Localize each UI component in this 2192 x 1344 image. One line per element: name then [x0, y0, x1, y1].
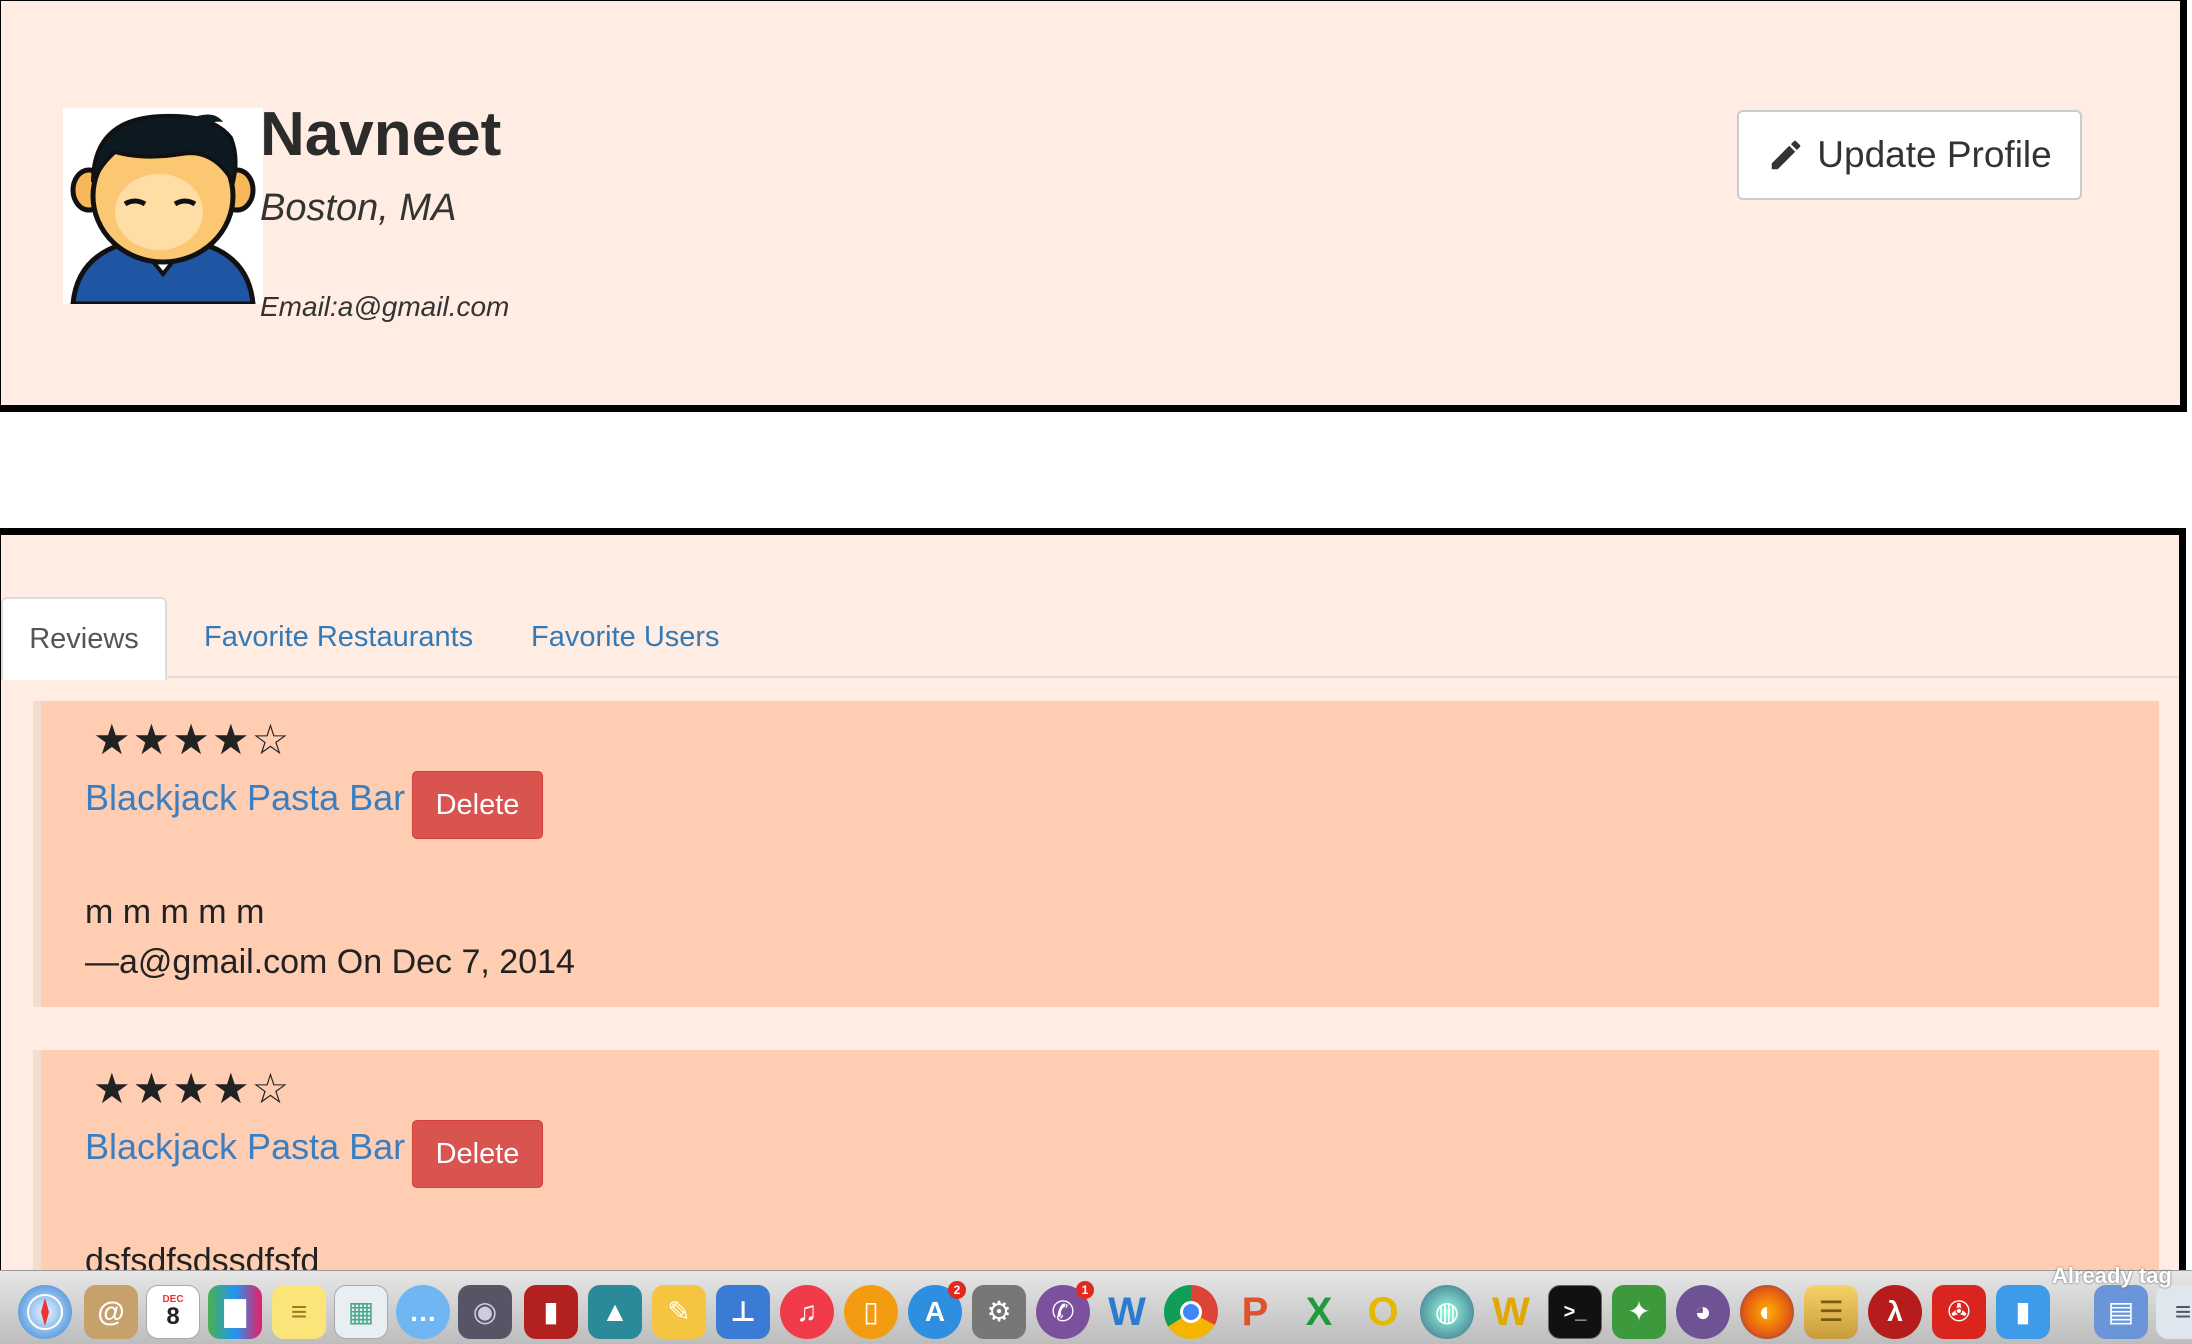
- lambda-icon[interactable]: λ: [1868, 1285, 1922, 1339]
- macos-dock: @ DEC 8 ▇ ≡ ▦ … ◉ ▮ ▲ ✎ ⊥ ♫ ▯ A2 ⚙ ✆ 1 W P…: [0, 1270, 2192, 1344]
- pencil-icon: [1772, 140, 1801, 170]
- pages-icon[interactable]: ✎: [652, 1285, 706, 1339]
- star-rating: ★★★★☆: [93, 715, 292, 764]
- restaurant-link[interactable]: Blackjack Pasta Bar: [85, 1126, 405, 1168]
- profile-panel: Navneet Boston, MA Email:a@gmail.com Upd…: [0, 0, 2187, 412]
- viber-badge: 1: [1076, 1281, 1094, 1299]
- chrome-icon[interactable]: [1164, 1285, 1218, 1339]
- file-folder-icon[interactable]: ▮: [1996, 1285, 2050, 1339]
- downloads-folder-icon[interactable]: ≡: [2156, 1285, 2192, 1339]
- review-text: m m m m m: [85, 893, 265, 931]
- github-icon[interactable]: ◕: [1676, 1285, 1730, 1339]
- network-globe-icon[interactable]: ◍: [1420, 1285, 1474, 1339]
- stickies-icon[interactable]: ≡: [272, 1285, 326, 1339]
- update-profile-button[interactable]: Update Profile: [1737, 110, 2082, 200]
- excel-icon[interactable]: X: [1292, 1285, 1346, 1339]
- star-rating: ★★★★☆: [93, 1064, 292, 1113]
- app-store-icon[interactable]: A2: [908, 1281, 966, 1339]
- calendar-day: 8: [166, 1303, 180, 1330]
- profile-email: Email:a@gmail.com: [260, 291, 510, 322]
- app-store-badge: 2: [948, 1281, 966, 1299]
- avatar-person-icon: [70, 113, 256, 304]
- profile-name: Navneet: [260, 100, 502, 169]
- delete-review-button[interactable]: Delete: [412, 1120, 543, 1188]
- ibooks-icon[interactable]: ▯: [844, 1285, 898, 1339]
- firefox-icon[interactable]: ◐: [1740, 1285, 1794, 1339]
- documents-folder-icon[interactable]: ▤: [2094, 1285, 2148, 1339]
- photo-booth-icon[interactable]: ▮: [524, 1285, 578, 1339]
- word-icon[interactable]: W: [1100, 1285, 1154, 1339]
- tab-reviews[interactable]: Reviews: [1, 597, 167, 680]
- messages-icon[interactable]: …: [396, 1285, 450, 1339]
- user-avatar: [63, 108, 263, 304]
- restaurant-link[interactable]: Blackjack Pasta Bar: [85, 777, 405, 819]
- review-card: ★★★★☆ Blackjack Pasta Bar Delete m m m m…: [33, 701, 2159, 1007]
- content-panel: Reviews Favorite Restaurants Favorite Us…: [0, 528, 2186, 1344]
- review-author-date: —a@gmail.com On Dec 7, 2014: [85, 943, 575, 981]
- preview-icon[interactable]: ▦: [334, 1285, 388, 1339]
- calendar-icon[interactable]: DEC 8: [146, 1285, 200, 1339]
- wireshark-icon[interactable]: W: [1484, 1285, 1538, 1339]
- powerpoint-icon[interactable]: P: [1228, 1285, 1282, 1339]
- contacts-icon[interactable]: @: [84, 1285, 138, 1339]
- evernote-icon[interactable]: ✦: [1612, 1285, 1666, 1339]
- terminal-icon[interactable]: >_: [1548, 1285, 1602, 1339]
- tab-favorite-users[interactable]: Favorite Users: [531, 597, 720, 678]
- viber-icon[interactable]: ✆ 1: [1036, 1281, 1094, 1339]
- numbers-icon[interactable]: ▇: [208, 1285, 262, 1339]
- tab-favorite-restaurants[interactable]: Favorite Restaurants: [204, 597, 473, 678]
- outlook-icon[interactable]: O: [1356, 1285, 1410, 1339]
- keynote-icon[interactable]: ⊥: [716, 1285, 770, 1339]
- itunes-icon[interactable]: ♫: [780, 1285, 834, 1339]
- dock-overlay-text: Already tag: [2052, 1263, 2172, 1288]
- profile-tabs: Reviews Favorite Restaurants Favorite Us…: [1, 597, 2179, 680]
- facetime-icon[interactable]: ◉: [458, 1285, 512, 1339]
- update-profile-label: Update Profile: [1817, 134, 2052, 175]
- delete-review-button[interactable]: Delete: [412, 771, 543, 839]
- profile-location: Boston, MA: [260, 187, 457, 229]
- database-icon[interactable]: ☰: [1804, 1285, 1858, 1339]
- iphoto-icon[interactable]: ▲: [588, 1285, 642, 1339]
- adobe-reader-icon[interactable]: ✇: [1932, 1285, 1986, 1339]
- safari-icon[interactable]: [18, 1285, 72, 1339]
- system-preferences-icon[interactable]: ⚙: [972, 1285, 1026, 1339]
